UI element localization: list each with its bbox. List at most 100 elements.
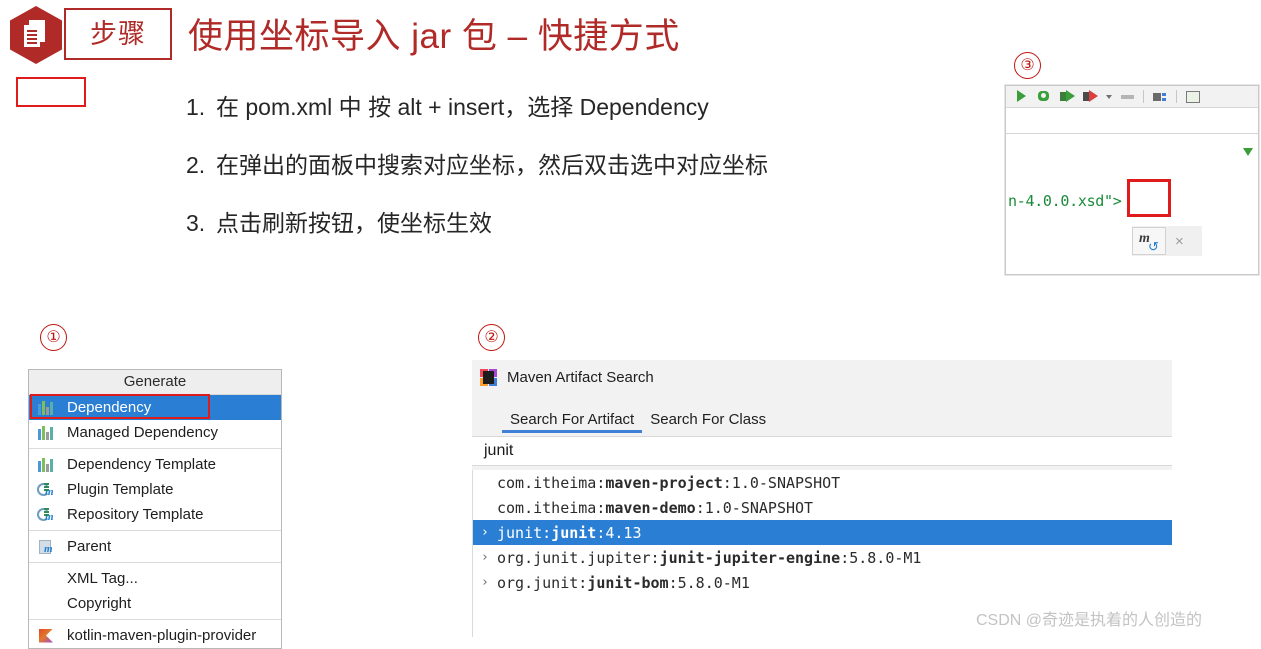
tab-search-for-artifact[interactable]: Search For Artifact xyxy=(502,411,643,433)
table-row[interactable]: › org.junit: junit-bom :5.8.0-M1 xyxy=(473,570,1172,595)
close-icon[interactable]: × xyxy=(1175,234,1184,249)
menu-item-label: kotlin-maven-plugin-provider xyxy=(67,627,257,644)
result-artifact: junit-bom xyxy=(587,573,669,592)
menu-divider xyxy=(29,448,281,449)
menu-item-label: Copyright xyxy=(67,595,132,612)
ide-toolbar xyxy=(1006,86,1258,108)
menu-item-label: Dependency xyxy=(67,399,152,416)
refresh-icon: ↺ xyxy=(1148,239,1159,254)
maven-artifact-search-dialog: Maven Artifact Search Search For Artifac… xyxy=(472,360,1172,637)
menu-item-xml-tag[interactable]: XML Tag... xyxy=(29,566,281,591)
result-artifact: maven-demo xyxy=(605,498,696,517)
list-item: 3. 点击刷新按钮，使坐标生效 xyxy=(186,204,906,238)
stop-icon[interactable] xyxy=(1121,94,1134,99)
highlight-box-search-query xyxy=(16,77,86,107)
generate-menu-title: Generate xyxy=(29,370,281,395)
dependency-bars-icon xyxy=(36,425,58,441)
dialog-title: Maven Artifact Search xyxy=(507,369,654,386)
menu-divider xyxy=(29,619,281,620)
dialog-tabs: Search For Artifact Search For Class xyxy=(472,405,1172,433)
result-version: :5.8.0-M1 xyxy=(840,548,922,567)
marker-three: ③ xyxy=(1014,52,1041,79)
maven-reload-popup: m ↺ × xyxy=(1132,226,1202,256)
result-version: :5.8.0-M1 xyxy=(668,573,750,592)
menu-item-label: XML Tag... xyxy=(67,570,138,587)
step-over-icon[interactable] xyxy=(1060,90,1075,103)
menu-item-kotlin-maven-plugin-provider[interactable]: kotlin-maven-plugin-provider xyxy=(29,623,281,648)
toolbar-divider xyxy=(1176,90,1177,103)
watermark: CSDN @奇迹是执着的人创造的 xyxy=(976,612,1203,629)
list-item: 1. 在 pom.xml 中 按 alt + insert，选择 Depende… xyxy=(186,88,906,122)
menu-item-copyright[interactable]: Copyright xyxy=(29,591,281,616)
result-version: :1.0-SNAPSHOT xyxy=(722,473,841,492)
step-text: 点击刷新按钮，使坐标生效 xyxy=(216,210,492,236)
result-group: com.itheima: xyxy=(497,498,606,517)
result-artifact: maven-project xyxy=(605,473,723,492)
menu-item-label: Dependency Template xyxy=(67,456,216,473)
result-artifact: junit-jupiter-engine xyxy=(659,548,841,567)
chevron-right-icon[interactable]: › xyxy=(481,525,497,540)
repository-maven-icon: m xyxy=(36,507,58,523)
result-group: junit: xyxy=(497,523,552,542)
menu-divider xyxy=(29,562,281,563)
menu-item-dependency-template[interactable]: Dependency Template xyxy=(29,452,281,477)
menu-item-label: Parent xyxy=(67,538,112,555)
menu-item-plugin-template[interactable]: m Plugin Template xyxy=(29,477,281,502)
generate-popup-menu[interactable]: Generate Dependency Managed Dependency D… xyxy=(28,369,282,649)
table-row[interactable]: › org.junit.jupiter: junit-jupiter-engin… xyxy=(473,545,1172,570)
dialog-titlebar: Maven Artifact Search xyxy=(472,360,1172,395)
debug-icon[interactable] xyxy=(1037,90,1051,103)
ide-code-area[interactable]: n-4.0.0.xsd"> m ↺ × xyxy=(1006,134,1258,273)
dropdown-caret-icon[interactable] xyxy=(1106,94,1112,99)
step-label-box: 步骤 xyxy=(64,8,172,60)
page-title: 使用坐标导入 jar 包 – 快捷方式 xyxy=(188,17,680,56)
step-text: 在 pom.xml 中 按 alt + insert，选择 Dependency xyxy=(216,94,709,120)
stop-record-icon[interactable] xyxy=(1083,90,1098,103)
result-group: org.junit.jupiter: xyxy=(497,548,660,567)
result-artifact: junit xyxy=(551,523,597,542)
tab-search-for-class[interactable]: Search For Class xyxy=(642,411,774,433)
search-input[interactable]: junit xyxy=(472,436,1172,466)
document-icon xyxy=(24,20,46,47)
result-version: :4.13 xyxy=(596,523,642,542)
step-badge-hexagon xyxy=(10,6,66,66)
run-icon[interactable] xyxy=(1014,90,1028,103)
menu-item-label: Plugin Template xyxy=(67,481,174,498)
table-row[interactable]: › com.itheima: maven-demo :1.0-SNAPSHOT xyxy=(473,495,1172,520)
result-group: com.itheima: xyxy=(497,473,606,492)
document-sheet-front xyxy=(24,25,40,47)
intellij-idea-icon xyxy=(480,369,497,386)
code-text: n-4.0.0.xsd"> xyxy=(1008,192,1122,210)
menu-item-parent[interactable]: m Parent xyxy=(29,534,281,559)
table-row[interactable]: › junit: junit :4.13 xyxy=(473,520,1172,545)
table-row[interactable]: › com.itheima: maven-project :1.0-SNAPSH… xyxy=(473,470,1172,495)
dependency-bars-icon xyxy=(36,457,58,473)
layout-icon[interactable] xyxy=(1153,91,1167,103)
menu-item-label: Managed Dependency xyxy=(67,424,218,441)
result-group: org.junit: xyxy=(497,573,588,592)
plugin-maven-icon: m xyxy=(36,482,58,498)
inspection-marker-icon xyxy=(1243,148,1253,156)
step-number: 3. xyxy=(186,210,206,236)
menu-item-label: Repository Template xyxy=(67,506,204,523)
marker-one: ① xyxy=(40,324,67,351)
result-version: :1.0-SNAPSHOT xyxy=(695,498,814,517)
chevron-right-icon[interactable]: › xyxy=(481,550,497,565)
toolbar-divider xyxy=(1143,90,1144,103)
list-item: 2. 在弹出的面板中搜索对应坐标，然后双击选中对应坐标 xyxy=(186,146,906,180)
ide-breadcrumb-bar xyxy=(1006,109,1258,134)
menu-divider xyxy=(29,530,281,531)
steps-list: 1. 在 pom.xml 中 按 alt + insert，选择 Depende… xyxy=(186,88,906,262)
ide-screenshot-panel: n-4.0.0.xsd"> m ↺ × xyxy=(1005,85,1259,275)
menu-item-managed-dependency[interactable]: Managed Dependency xyxy=(29,420,281,445)
marker-two: ② xyxy=(478,324,505,351)
step-label-text: 步骤 xyxy=(90,18,146,49)
chevron-right-icon[interactable]: › xyxy=(481,575,497,590)
kotlin-icon xyxy=(36,628,58,644)
step-number: 1. xyxy=(186,94,206,120)
menu-item-dependency[interactable]: Dependency xyxy=(29,395,281,420)
menu-item-repository-template[interactable]: m Repository Template xyxy=(29,502,281,527)
parent-file-icon: m xyxy=(36,539,58,555)
terminal-icon[interactable] xyxy=(1186,90,1200,103)
maven-reload-button[interactable]: m ↺ xyxy=(1132,227,1166,255)
